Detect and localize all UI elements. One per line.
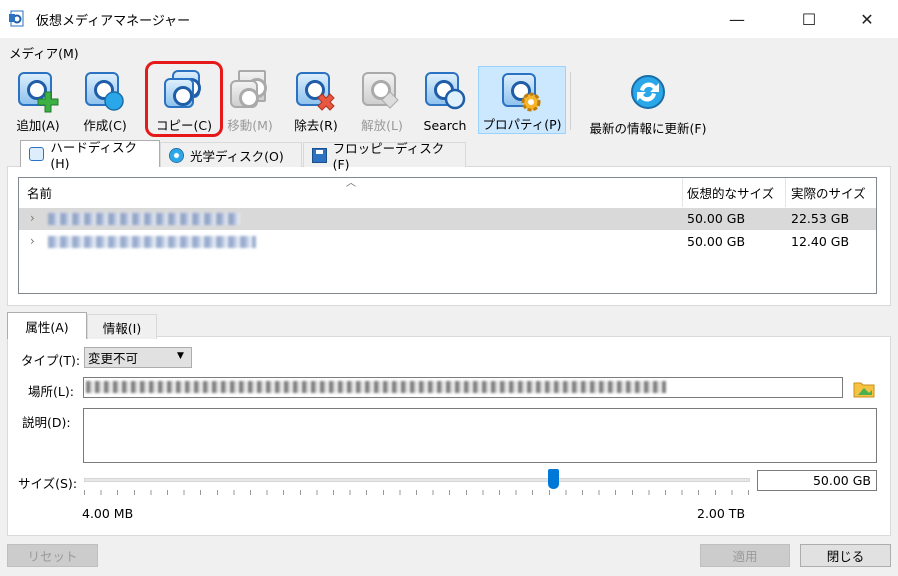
remove-disk-icon bbox=[294, 70, 338, 111]
location-label: 場所(L): bbox=[28, 384, 74, 399]
column-header-actual-size[interactable]: 実際のサイズ bbox=[791, 178, 866, 207]
close-window-button[interactable]: ✕ bbox=[842, 0, 892, 38]
expand-chevron-icon[interactable]: › bbox=[30, 234, 35, 248]
add-disk-icon bbox=[16, 70, 60, 113]
size-max-label: 2.00 TB bbox=[697, 506, 746, 521]
floppy-disk-icon bbox=[312, 147, 327, 163]
size-slider-thumb[interactable] bbox=[548, 469, 560, 489]
app-icon bbox=[9, 10, 27, 28]
slider-ticks bbox=[84, 490, 750, 495]
refresh-icon bbox=[626, 70, 670, 114]
type-select[interactable]: 変更不可 bbox=[84, 347, 192, 368]
column-header-name[interactable]: 名前 bbox=[27, 178, 52, 207]
create-disk-icon bbox=[83, 70, 127, 111]
column-header-virtual-size[interactable]: 仮想的なサイズ bbox=[687, 178, 774, 207]
chevron-down-icon: ▼ bbox=[177, 351, 184, 361]
expand-chevron-icon[interactable]: › bbox=[30, 211, 35, 225]
search-disk-icon bbox=[423, 70, 467, 114]
minimize-button[interactable]: — bbox=[712, 0, 762, 38]
virtual-size-cell: 50.00 GB bbox=[687, 234, 746, 249]
column-divider[interactable] bbox=[785, 178, 786, 207]
disk-name-redacted bbox=[48, 213, 240, 225]
folder-browse-icon[interactable] bbox=[852, 376, 876, 400]
tab-attributes[interactable]: 属性(A) bbox=[7, 312, 87, 339]
toolbar-separator bbox=[570, 72, 571, 130]
maximize-button[interactable]: ☐ bbox=[784, 0, 834, 38]
menu-media[interactable]: メディア(M) bbox=[9, 43, 79, 62]
location-path-redacted bbox=[86, 381, 666, 393]
close-button[interactable]: 閉じる bbox=[800, 544, 891, 567]
properties-disk-icon bbox=[500, 71, 544, 112]
search-button[interactable]: Search bbox=[416, 66, 474, 134]
tab-optical-disc[interactable]: 光学ディスク(O) bbox=[160, 142, 302, 167]
create-button[interactable]: 作成(C) bbox=[76, 66, 134, 134]
hard-disk-icon bbox=[29, 147, 45, 161]
virtual-size-cell: 50.00 GB bbox=[687, 211, 746, 226]
description-field[interactable] bbox=[83, 408, 877, 463]
sort-caret-icon: ︿ bbox=[346, 178, 356, 189]
type-label: タイプ(T): bbox=[21, 353, 81, 368]
column-divider[interactable] bbox=[682, 178, 683, 207]
copy-highlight-box bbox=[145, 61, 223, 137]
menu-bar bbox=[0, 38, 898, 62]
add-button[interactable]: 追加(A) bbox=[10, 66, 66, 134]
apply-button[interactable]: 適用 bbox=[700, 544, 790, 567]
actual-size-cell: 22.53 GB bbox=[791, 211, 850, 226]
optical-disc-icon bbox=[169, 147, 184, 163]
reset-button[interactable]: リセット bbox=[7, 544, 98, 567]
release-button[interactable]: 解放(L) bbox=[354, 66, 410, 134]
tab-floppy-disk[interactable]: フロッピーディスク(F) bbox=[303, 141, 466, 172]
remove-button[interactable]: 除去(R) bbox=[288, 66, 344, 134]
description-label: 説明(D): bbox=[22, 415, 71, 430]
size-field[interactable]: 50.00 GB bbox=[757, 470, 877, 491]
move-button[interactable]: 移動(M) bbox=[222, 66, 278, 134]
size-slider-track[interactable] bbox=[84, 478, 750, 482]
release-disk-icon bbox=[360, 70, 404, 111]
move-disk-icon bbox=[228, 70, 272, 111]
tab-information[interactable]: 情報(I) bbox=[87, 314, 157, 339]
actual-size-cell: 12.40 GB bbox=[791, 234, 850, 249]
size-min-label: 4.00 MB bbox=[82, 506, 134, 521]
tab-hard-disk[interactable]: ハードディスク(H) bbox=[20, 140, 160, 171]
size-label: サイズ(S): bbox=[18, 476, 78, 491]
window-title: 仮想メディアマネージャー bbox=[36, 14, 191, 29]
refresh-button[interactable]: 最新の情報に更新(F) bbox=[578, 66, 718, 136]
properties-button[interactable]: プロパティ(P) bbox=[478, 66, 566, 134]
disk-name-redacted bbox=[48, 236, 256, 248]
